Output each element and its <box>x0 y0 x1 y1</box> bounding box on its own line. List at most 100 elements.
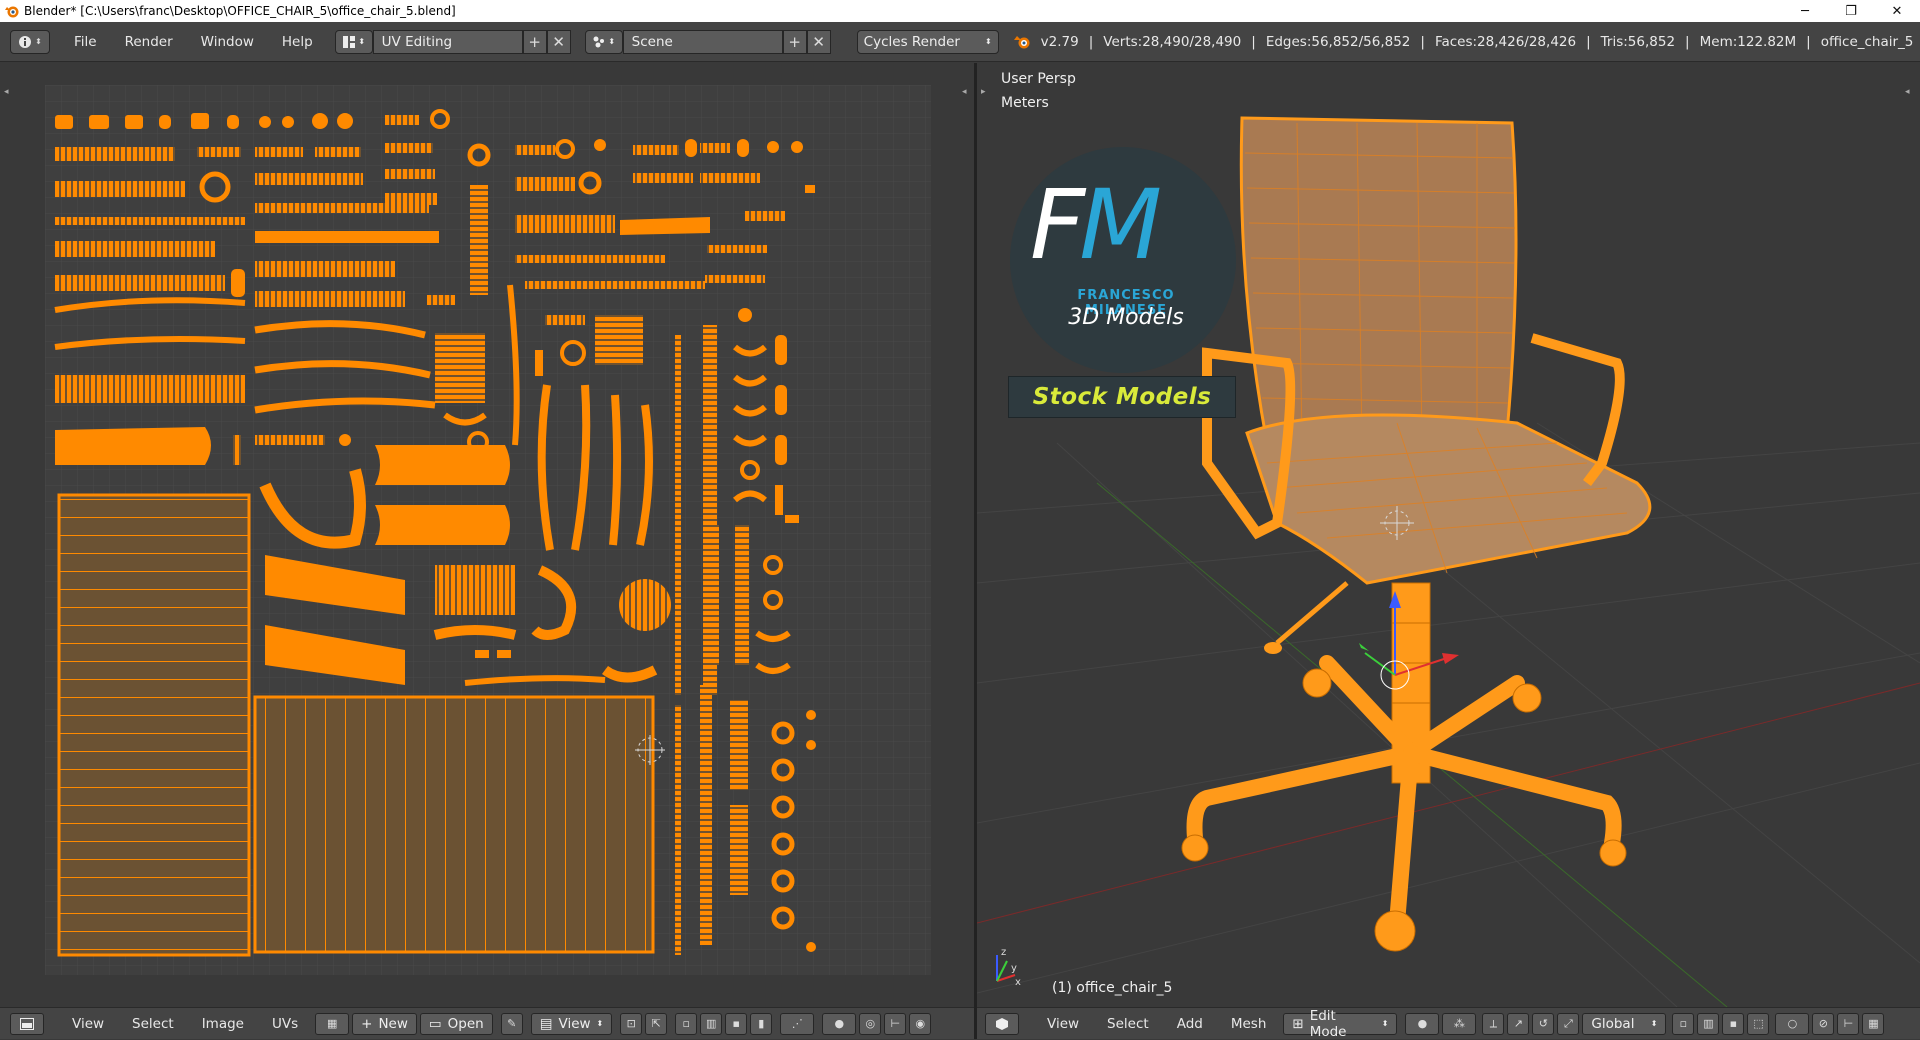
uv-menu-select[interactable]: Select <box>118 1016 188 1032</box>
3d-menu-view[interactable]: View <box>1033 1016 1093 1032</box>
image-lock-icon[interactable]: ⊡ <box>620 1012 643 1035</box>
stat-tris: Tris:56,852 <box>1600 33 1676 50</box>
folder-icon: ▭ <box>428 1015 442 1032</box>
chair-mesh <box>1181 116 1652 952</box>
editor-type-selector[interactable]: ⬍ <box>10 29 50 54</box>
occlude-geometry-icon[interactable]: ⬚ <box>1747 1012 1770 1035</box>
stat-verts: Verts:28,490/28,490 <box>1103 33 1242 50</box>
close-button[interactable]: ✕ <box>1874 0 1920 22</box>
screen-layout-selector[interactable]: ⬍ <box>334 29 373 54</box>
snap-icon[interactable]: ⊢ <box>884 1012 907 1035</box>
snap-element-icon[interactable]: ⊢ <box>1837 1012 1860 1035</box>
stat-edges: Edges:56,852/56,852 <box>1265 33 1411 50</box>
render-engine-label: Cycles Render <box>863 33 960 50</box>
svg-text:z: z <box>1001 947 1006 958</box>
image-browse-icon[interactable]: ▦ <box>315 1012 350 1035</box>
info-icon <box>19 35 32 48</box>
info-header: ⬍ File Render Window Help ⬍ UV Editing +… <box>0 22 1920 62</box>
region-toggle-icon[interactable]: ◂ <box>1905 87 1915 97</box>
overlay-icon[interactable]: ◉ <box>909 1012 932 1035</box>
chevron-updown-icon: ⬍ <box>35 37 42 46</box>
view-mode-dropdown[interactable]: ▤ View ⬍ <box>530 1012 613 1035</box>
edge-select-icon[interactable]: ▥ <box>700 1012 723 1035</box>
scene-icon <box>593 36 605 47</box>
pin-icon[interactable]: ✎ <box>500 1012 523 1035</box>
menu-window[interactable]: Window <box>187 34 268 50</box>
translate-manipulator-icon[interactable]: ↗ <box>1507 1012 1530 1035</box>
uv-menu-view[interactable]: View <box>58 1016 118 1032</box>
manipulator-icon[interactable]: ⟂ <box>1482 1012 1505 1035</box>
region-toggle-icon[interactable]: ▸ <box>981 87 991 97</box>
delete-scene-icon[interactable]: ✕ <box>806 29 831 54</box>
menu-help[interactable]: Help <box>268 34 327 50</box>
image-editor-icon <box>20 1017 34 1030</box>
blender-logo-icon <box>1013 35 1030 48</box>
view-icon: ▤ <box>539 1015 553 1032</box>
uv-canvas[interactable] <box>45 85 931 975</box>
vertex-select-icon[interactable]: ▫ <box>675 1012 698 1035</box>
scene-selector[interactable]: ⬍ <box>584 29 623 54</box>
rotate-manipulator-icon[interactable]: ↺ <box>1532 1012 1555 1035</box>
render-preview-icon[interactable]: ▦ <box>1862 1012 1885 1035</box>
face-select-mode-icon[interactable]: ▪ <box>1722 1012 1745 1035</box>
open-image-button[interactable]: ▭ Open <box>419 1012 493 1035</box>
svg-text:x: x <box>1015 977 1021 988</box>
edge-select-mode-icon[interactable]: ▥ <box>1697 1012 1720 1035</box>
logo-monogram: FM <box>1030 169 1162 281</box>
edit-mode-icon: ⊞ <box>1292 1015 1304 1032</box>
stat-object: office_chair_5 <box>1820 33 1914 50</box>
island-select-icon[interactable]: ▮ <box>750 1012 773 1035</box>
3d-menu-select[interactable]: Select <box>1093 1016 1163 1032</box>
stat-version: v2.79 <box>1040 33 1079 50</box>
logo-subtitle: 3D Models <box>1068 305 1184 330</box>
stat-mem: Mem:122.82M <box>1699 33 1797 50</box>
chevron-updown-icon: ⬍ <box>984 37 992 46</box>
chevron-updown-icon: ⬍ <box>596 1019 604 1028</box>
pivot-icon[interactable]: ● <box>822 1012 857 1035</box>
viewport-shading-icon[interactable]: ● <box>1405 1012 1440 1035</box>
uv-image-editor[interactable]: ◂ ◂ <box>0 63 974 1007</box>
interaction-mode-dropdown[interactable]: ⊞ Edit Mode ⬍ <box>1283 1008 1398 1040</box>
add-scene-icon[interactable]: + <box>782 29 807 54</box>
vertex-select-mode-icon[interactable]: ▫ <box>1672 1012 1695 1035</box>
minimize-button[interactable]: ─ <box>1782 0 1828 22</box>
blender-logo-icon <box>5 6 19 18</box>
face-select-icon[interactable]: ▪ <box>725 1012 748 1035</box>
pivot-point-icon[interactable]: ⁂ <box>1442 1012 1477 1035</box>
proportional-editing-icon[interactable]: ○ <box>1775 1012 1810 1035</box>
layout-grid-icon <box>343 35 356 48</box>
watermark-logo: FM FRANCESCO MILANESE 3D Models <box>1010 147 1236 373</box>
editor-type-selector[interactable] <box>985 1012 1019 1035</box>
maximize-button[interactable]: ❐ <box>1828 0 1874 22</box>
proportional-edit-icon[interactable]: ◎ <box>859 1012 882 1035</box>
view-name-label: User Persp <box>1001 71 1076 87</box>
menu-render[interactable]: Render <box>111 34 187 50</box>
active-object-label: (1) office_chair_5 <box>1052 980 1173 996</box>
region-toggle-icon[interactable]: ◂ <box>962 87 972 97</box>
add-screen-icon[interactable]: + <box>522 29 547 54</box>
3d-viewport-header: View Select Add Mesh ⊞ Edit Mode ⬍ ● ⁂ ⟂ ↗… <box>977 1007 1920 1040</box>
units-label: Meters <box>1001 95 1049 111</box>
uv-sync-icon[interactable]: ⇱ <box>645 1012 668 1035</box>
chevron-updown-icon: ⬍ <box>1650 1019 1658 1028</box>
chevron-updown-icon: ⬍ <box>608 37 616 46</box>
uv-menu-uvs[interactable]: UVs <box>258 1016 312 1032</box>
scale-manipulator-icon[interactable]: ⤢ <box>1557 1012 1580 1035</box>
snap-toggle-icon[interactable]: ⊘ <box>1812 1012 1835 1035</box>
screen-layout-name-field[interactable]: UV Editing <box>372 29 523 54</box>
new-image-button[interactable]: + New <box>352 1012 417 1035</box>
region-toggle-icon[interactable]: ◂ <box>4 87 14 97</box>
3d-menu-add[interactable]: Add <box>1163 1016 1217 1032</box>
editor-type-selector[interactable] <box>10 1012 44 1035</box>
3d-menu-mesh[interactable]: Mesh <box>1217 1016 1281 1032</box>
delete-screen-icon[interactable]: ✕ <box>546 29 571 54</box>
uv-menu-image[interactable]: Image <box>188 1016 258 1032</box>
scene-name-field[interactable]: Scene <box>622 29 783 54</box>
uv-layout <box>45 85 931 975</box>
render-engine-dropdown[interactable]: Cycles Render ⬍ <box>856 29 999 54</box>
axis-orientation-widget: z y x <box>996 947 1021 988</box>
uv-editor-header: View Select Image UVs ▦ + New ▭ Open ✎ ▤ Vi… <box>0 1007 974 1039</box>
transform-orientation-dropdown[interactable]: Global ⬍ <box>1582 1012 1667 1035</box>
menu-file[interactable]: File <box>60 34 111 50</box>
sticky-mode-icon[interactable]: ⋰ <box>780 1012 815 1035</box>
